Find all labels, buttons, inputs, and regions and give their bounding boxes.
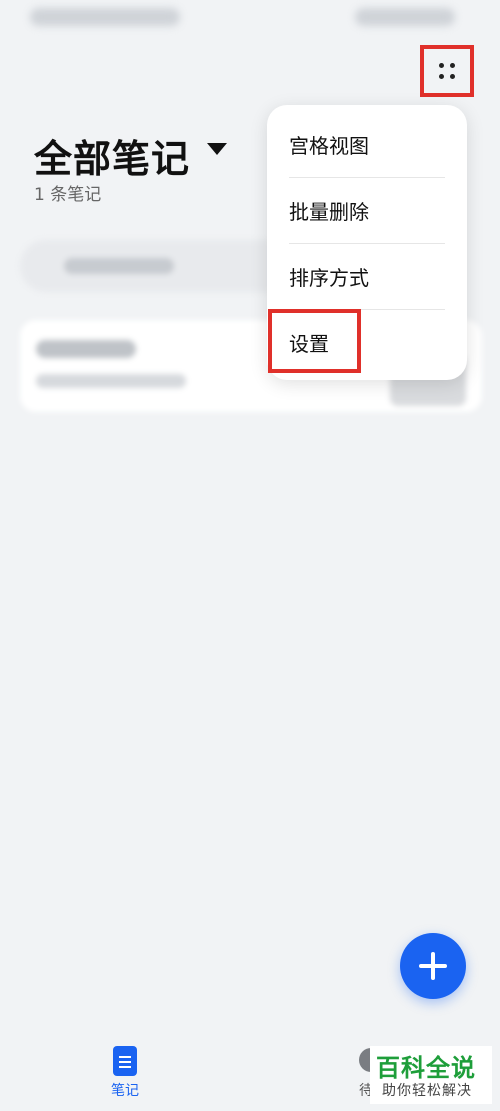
plus-icon-vertical: [431, 952, 435, 980]
search-placeholder-blurred: [64, 258, 174, 274]
menu-item-sort-order[interactable]: 排序方式: [289, 243, 445, 310]
tab-notes[interactable]: 笔记: [100, 1040, 150, 1100]
menu-item-grid-view[interactable]: 宫格视图: [289, 111, 445, 178]
status-bar-right-blurred: [355, 8, 455, 26]
more-dots-icon: [437, 61, 457, 81]
watermark-title: 百科全说: [376, 1054, 476, 1082]
settings-highlight-box: [268, 309, 361, 373]
more-options-button[interactable]: [420, 45, 474, 97]
document-icon: [113, 1046, 137, 1076]
note-count: 1 条笔记: [34, 185, 102, 205]
add-note-button[interactable]: [400, 933, 466, 999]
watermark: 百科全说 助你轻松解决: [370, 1046, 492, 1104]
notes-screen: 全部笔记 1 条笔记 宫格视图 批量删除 排序方式 设置 笔记 待 百科全说 助…: [0, 0, 500, 1111]
status-bar-left-blurred: [30, 8, 180, 26]
note-date-blurred: [36, 374, 186, 388]
watermark-subtitle: 助你轻松解决: [382, 1083, 472, 1099]
page-title[interactable]: 全部笔记: [34, 128, 190, 183]
note-title-blurred: [36, 340, 136, 358]
menu-item-batch-delete[interactable]: 批量删除: [289, 177, 445, 244]
tab-notes-label: 笔记: [111, 1083, 139, 1099]
caret-down-icon[interactable]: [207, 143, 227, 155]
status-bar: [0, 0, 500, 40]
